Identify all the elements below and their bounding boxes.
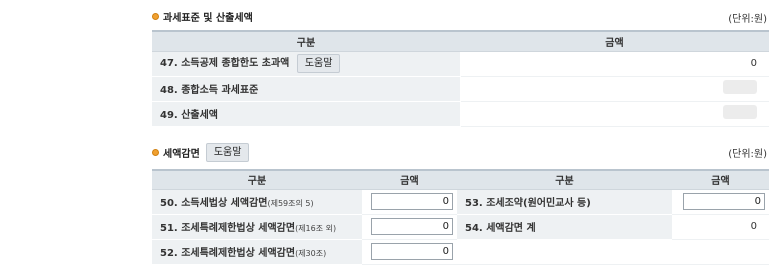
section-title-tax-base: 과세표준 및 산출세액	[152, 9, 253, 24]
table-row: 52. 조세특례제한법상 세액감면(제30조)	[152, 239, 769, 265]
blurred-value	[723, 80, 757, 94]
row-label-note: (제30조)	[295, 249, 327, 258]
row-label: 48. 종합소득 과세표준	[152, 76, 460, 102]
col-header-category: 구분	[457, 169, 672, 190]
col-header-category: 구분	[152, 169, 362, 190]
unit-label: (단위:원)	[728, 14, 767, 25]
amount-cell	[362, 189, 457, 215]
amount-cell	[672, 189, 769, 215]
amount-input[interactable]	[683, 193, 765, 210]
row-label-note: (제59조의 5)	[267, 199, 314, 208]
amount-value	[459, 76, 769, 102]
table-row: 51. 조세특례제한법상 세액감면(제16조 외) 54. 세액감면 계 0	[152, 214, 769, 240]
empty-cell	[457, 239, 672, 265]
row-label: 49. 산출세액	[152, 101, 460, 127]
amount-input[interactable]	[371, 243, 453, 260]
amount-cell	[362, 214, 457, 240]
row-label: 51. 조세특례제한법상 세액감면(제16조 외)	[152, 214, 362, 240]
tax-base-table: 구분 금액 47. 소득공제 종합한도 초과액 도움말 0 48. 종합소득 과…	[152, 30, 769, 127]
col-header-amount: 금액	[460, 30, 769, 52]
table-row: 48. 종합소득 과세표준	[152, 76, 769, 102]
bullet-icon	[152, 13, 159, 20]
row-label-note: (제16조 외)	[295, 224, 337, 233]
empty-cell	[672, 239, 769, 265]
help-button[interactable]: 도움말	[205, 143, 250, 162]
amount-value: 0	[459, 51, 769, 77]
row-label-text: 47. 소득공제 종합한도 초과액	[160, 58, 290, 69]
table-row: 47. 소득공제 종합한도 초과액 도움말 0	[152, 51, 769, 77]
row-label: 50. 소득세법상 세액감면(제59조의 5)	[152, 189, 362, 215]
row-label: 52. 조세특례제한법상 세액감면(제30조)	[152, 239, 362, 265]
section-title-text: 세액감면	[163, 149, 200, 160]
unit-label: (단위:원)	[728, 149, 767, 160]
amount-value	[459, 101, 769, 127]
col-header-amount: 금액	[672, 169, 769, 190]
amount-input[interactable]	[371, 218, 453, 235]
row-label: 47. 소득공제 종합한도 초과액 도움말	[152, 51, 460, 77]
blurred-value	[723, 105, 757, 119]
tax-reduction-table: 구분 금액 구분 금액 50. 소득세법상 세액감면(제59조의 5) 53. …	[152, 169, 769, 265]
row-label-text: 50. 소득세법상 세액감면	[160, 198, 268, 209]
table-row: 49. 산출세액	[152, 101, 769, 127]
bullet-icon	[152, 149, 159, 156]
help-button[interactable]: 도움말	[296, 54, 341, 73]
row-label-text: 52. 조세특례제한법상 세액감면	[160, 248, 296, 259]
amount-value: 0	[672, 214, 769, 240]
row-label-text: 51. 조세특례제한법상 세액감면	[160, 223, 296, 234]
amount-cell	[362, 239, 457, 265]
section-title-text: 과세표준 및 산출세액	[163, 13, 253, 24]
section-title-tax-reduction: 세액감면 도움말	[152, 143, 250, 162]
col-header-category: 구분	[152, 30, 460, 52]
row-label: 54. 세액감면 계	[457, 214, 672, 240]
row-label: 53. 조세조약(원어민교사 등)	[457, 189, 672, 215]
col-header-amount: 금액	[362, 169, 457, 190]
amount-input[interactable]	[371, 193, 453, 210]
table-row: 50. 소득세법상 세액감면(제59조의 5) 53. 조세조약(원어민교사 등…	[152, 189, 769, 215]
